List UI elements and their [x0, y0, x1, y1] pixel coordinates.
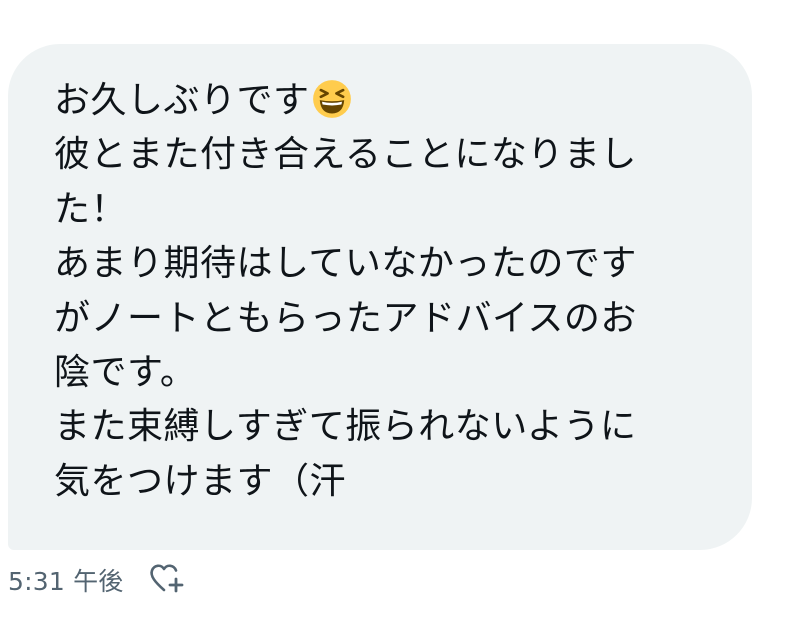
message-line: がノートともらったアドバイスのお	[54, 297, 637, 339]
message-timestamp: 5:31 午後	[8, 567, 124, 596]
message-line: 気をつけます（汗	[54, 460, 347, 502]
add-reaction-button[interactable]	[146, 560, 190, 600]
grinning-squinting-face-icon	[312, 80, 351, 118]
message-line: また束縛しすぎて振られないように	[54, 406, 637, 448]
message-line: あまり期待はしていなかったのです	[54, 243, 637, 285]
heart-plus-icon	[149, 564, 183, 593]
message-meta: 5:31 午後	[8, 560, 190, 600]
message-line: お久しぶりです	[54, 74, 752, 128]
message-line: 陰です。	[54, 352, 197, 394]
message-bubble[interactable]: お久しぶりです 彼とまた付き合えることになりまし た！ あまり期待はしていなかっ…	[8, 44, 752, 550]
message-line: 彼とまた付き合えることになりまし	[54, 134, 637, 176]
message-line: た！	[54, 188, 128, 230]
